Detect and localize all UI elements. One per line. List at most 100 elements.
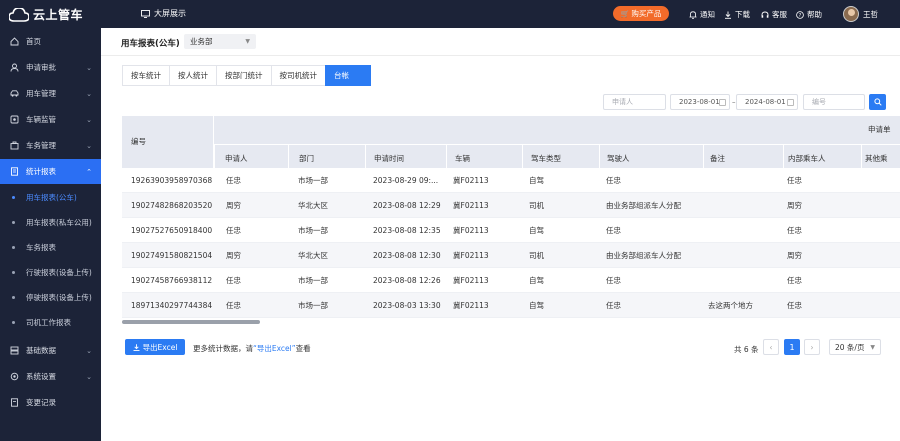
sidebar-item-change-log[interactable]: 变更记录 (0, 390, 101, 415)
export-excel-button[interactable]: 导出Excel (125, 339, 185, 355)
page-size-select[interactable]: 20 条/页 ▼ (829, 339, 881, 355)
column-header-internal-passenger: 内部乘车人 (783, 144, 861, 168)
sidebar-subitem-affairs-report[interactable]: 车务报表 (0, 235, 101, 260)
table-row[interactable]: 19263903958970368 任忠 市场一部 2023-08-29 09:...… (122, 168, 900, 193)
department-select[interactable]: 业务部 ▼ (184, 34, 256, 49)
table-cell: 由业务部组派车人分配 (606, 251, 681, 260)
sidebar-item-label: 车务管理 (26, 141, 56, 150)
pagination-total: 共 6 条 (734, 345, 759, 354)
buy-product-button[interactable]: 🛒 购买产品 (613, 6, 669, 21)
tab-by-driver[interactable]: 按司机统计 (270, 65, 325, 86)
buy-label: 购买产品 (631, 9, 662, 18)
sidebar-subitem-vehicle-report-private[interactable]: 用车报表(私车公用) (0, 210, 101, 235)
table-cell: 周穷 (226, 251, 241, 260)
table-cell: 任忠 (226, 301, 241, 310)
bullet-icon (12, 246, 15, 249)
cloud-logo-icon (9, 7, 29, 22)
download-link[interactable]: 下载 (724, 9, 750, 20)
table-cell: 冀F02113 (453, 251, 489, 260)
table-cell: 任忠 (606, 301, 621, 310)
sidebar-subitem-label: 停驶报表(设备上传) (26, 293, 92, 302)
table-cell: 任忠 (606, 226, 621, 235)
table-row[interactable]: 19027458766938112 任忠 市场一部 2023-08-08 12:26 冀… (122, 268, 900, 293)
table-cell: 冀F02113 (453, 276, 489, 285)
service-link[interactable]: 客服 (761, 9, 787, 20)
download-label: 下载 (735, 10, 750, 19)
start-date-input[interactable]: 2023-08-01 (670, 94, 730, 110)
column-header-vehicle: 车辆 (446, 144, 522, 168)
column-header-driver: 驾驶人 (599, 144, 703, 168)
sidebar-subitem-label: 司机工作报表 (26, 318, 71, 327)
headset-icon (761, 11, 769, 18)
sidebar-subitem-driving-report[interactable]: 行驶报表(设备上传) (0, 260, 101, 285)
tab-by-vehicle[interactable]: 按车统计 (122, 65, 169, 86)
table-cell: 冀F02113 (453, 226, 489, 235)
sidebar-item-vehicle-affairs[interactable]: 车务管理 ⌄ (0, 133, 101, 158)
export-hint-suffix: 查看 (295, 344, 311, 353)
notify-label: 通知 (700, 10, 715, 19)
top-bar: 云上管车 大屏展示 🛒 购买产品 通知 下载 客服 ? 帮助 王哲 (0, 0, 900, 28)
help-link[interactable]: ? 帮助 (796, 9, 822, 20)
approval-icon (10, 63, 19, 72)
table-row[interactable]: 19027527650918400 任忠 市场一部 2023-08-08 12:35 冀… (122, 218, 900, 243)
sidebar-item-approval[interactable]: 申请审批 ⌄ (0, 55, 101, 80)
next-page-button[interactable]: › (804, 339, 820, 355)
tab-by-person[interactable]: 按人统计 (169, 65, 216, 86)
applicant-input[interactable]: 申请人 (603, 94, 666, 110)
bigscreen-link[interactable]: 大屏展示 (141, 8, 186, 19)
logo[interactable]: 云上管车 (9, 6, 83, 23)
export-hint-prefix: 更多统计数据，请 (193, 344, 253, 353)
table-cell: 2023-08-08 12:30 (373, 251, 441, 260)
sidebar-subitem-parking-report[interactable]: 停驶报表(设备上传) (0, 285, 101, 310)
notify-link[interactable]: 通知 (689, 9, 715, 20)
service-label: 客服 (772, 10, 787, 19)
sidebar-subitem-driver-work-report[interactable]: 司机工作报表 (0, 310, 101, 335)
chevron-up-icon: ⌃ (86, 167, 92, 176)
table-cell: 司机 (529, 201, 544, 210)
sidebar-item-label: 变更记录 (26, 398, 56, 407)
end-date-input[interactable]: 2024-08-01 (736, 94, 798, 110)
table-cell: 任忠 (226, 276, 241, 285)
table-cell: 周穷 (787, 201, 802, 210)
report-tabs: 按车统计 按人统计 按部门统计 按司机统计 台帐 (122, 65, 371, 86)
search-button[interactable] (869, 94, 886, 110)
search-icon (873, 98, 882, 106)
user-name[interactable]: 王哲 (863, 9, 878, 20)
table-cell: 任忠 (787, 301, 802, 310)
page-number-button[interactable]: 1 (784, 339, 800, 355)
ledger-table: 编号 申请单 申请人 部门 申请时间 车辆 驾车类型 驾驶人 备注 内部乘车人 … (122, 116, 900, 324)
table-cell: 任忠 (226, 176, 241, 185)
avatar[interactable] (843, 6, 859, 22)
sidebar-item-label: 首页 (26, 37, 41, 46)
table-row[interactable]: 18971340297744384 任忠 市场一部 2023-08-03 13:30 冀… (122, 293, 900, 318)
tab-by-department[interactable]: 按部门统计 (216, 65, 271, 86)
sidebar-item-label: 系统设置 (26, 372, 56, 381)
sidebar-subitem-label: 用车报表(公车) (26, 193, 77, 202)
monitor-car-icon (10, 115, 19, 124)
id-placeholder: 编号 (812, 98, 826, 106)
sidebar-item-home[interactable]: 首页 (0, 29, 101, 54)
date-range-separator: – (732, 98, 736, 106)
id-input[interactable]: 编号 (803, 94, 865, 110)
sidebar-item-vehicle-monitor[interactable]: 车辆监管 ⌄ (0, 107, 101, 132)
table-cell: 19027482868203520 (131, 201, 213, 210)
table-cell: 市场一部 (298, 301, 328, 310)
table-horizontal-scrollbar[interactable] (122, 320, 260, 324)
table-row[interactable]: 19027482868203520 周穷 华北大区 2023-08-08 12:29 冀… (122, 193, 900, 218)
database-icon (10, 346, 19, 355)
sidebar-item-settings[interactable]: 系统设置 ⌄ (0, 364, 101, 389)
table-cell: 任忠 (787, 226, 802, 235)
sidebar-subitem-vehicle-report-public[interactable]: 用车报表(公车) (0, 185, 101, 210)
gear-icon (10, 372, 19, 381)
sidebar-item-reports[interactable]: 统计报表 ⌃ (0, 159, 101, 184)
tab-ledger[interactable]: 台帐 (325, 65, 371, 86)
sidebar-item-basic-data[interactable]: 基础数据 ⌄ (0, 338, 101, 363)
column-header-label: 其他乘 (865, 154, 888, 163)
export-hint-link[interactable]: “导出Excel” (253, 344, 296, 353)
table-cell: 19263903958970368 (131, 176, 213, 185)
column-header-drive-type: 驾车类型 (522, 144, 599, 168)
prev-page-button[interactable]: ‹ (763, 339, 779, 355)
sidebar-item-vehicle-use[interactable]: 用车管理 ⌄ (0, 81, 101, 106)
table-row[interactable]: 19027491580821504 周穷 华北大区 2023-08-08 12:30 冀… (122, 243, 900, 268)
page-size-value: 20 条/页 (835, 342, 865, 352)
